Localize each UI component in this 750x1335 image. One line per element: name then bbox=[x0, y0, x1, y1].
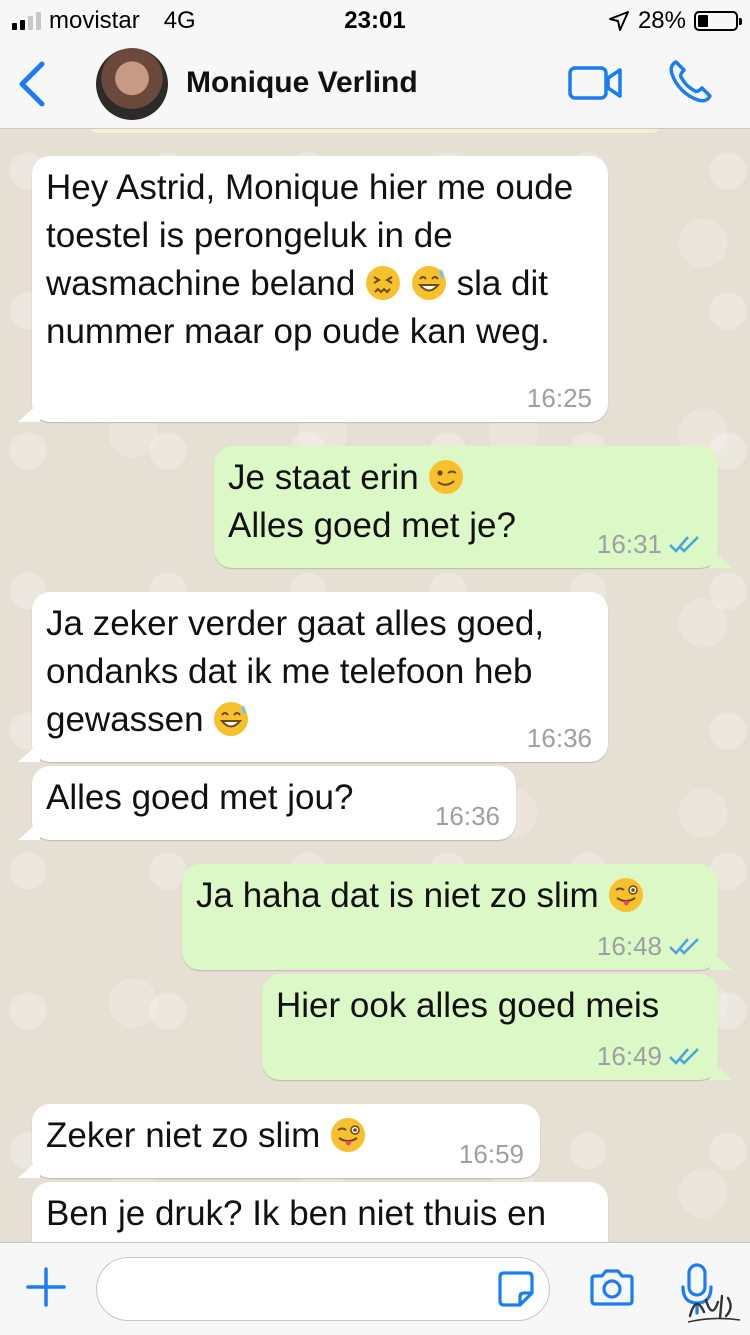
message-meta: 16:49 bbox=[597, 1042, 702, 1070]
confounded-face-emoji-icon bbox=[366, 266, 401, 300]
message-text: Zeker niet zo slim bbox=[46, 1112, 526, 1160]
sweat-smile-emoji-icon bbox=[214, 702, 249, 736]
message-time: 16:49 bbox=[596, 1041, 662, 1071]
message-text: Hey Astrid, Monique hier me oude toestel… bbox=[46, 168, 583, 351]
read-ticks-icon bbox=[669, 536, 699, 553]
message-meta: 16:48 bbox=[597, 932, 702, 960]
message-text: Ja haha dat is niet zo slim bbox=[196, 872, 704, 920]
message-time: 16:48 bbox=[596, 931, 662, 961]
message-bubble-incoming[interactable]: Zeker niet zo slim 16:59 bbox=[18, 1104, 540, 1178]
battery-level-fill bbox=[698, 15, 708, 27]
message-bubble-incoming[interactable]: Ben je druk? Ik ben niet thuis en bbox=[32, 1182, 608, 1242]
message-bubble-incoming[interactable]: Ja zeker verder gaat alles goed, ondanks… bbox=[18, 592, 608, 762]
message-text: Alles goed met jou? bbox=[46, 778, 354, 817]
message-time: 16:25 bbox=[526, 383, 592, 413]
input-bar bbox=[0, 1242, 750, 1335]
battery-icon bbox=[694, 11, 742, 31]
message-time: 16:36 bbox=[526, 723, 592, 753]
message-bubble-outgoing[interactable]: Ja haha dat is niet zo slim 16:48 bbox=[182, 864, 732, 970]
sweat-smile-emoji-icon bbox=[411, 266, 446, 300]
message-time: 16:59 bbox=[458, 1139, 524, 1169]
previous-message-edge bbox=[90, 129, 660, 133]
message-bubble-incoming[interactable]: Alles goed met jou? 16:36 bbox=[18, 766, 516, 840]
message-meta: 16:31 bbox=[597, 530, 702, 558]
winking-tongue-face-emoji-icon bbox=[330, 1118, 365, 1152]
avatar[interactable] bbox=[96, 48, 168, 120]
back-chevron-icon[interactable] bbox=[14, 60, 50, 108]
battery-percent: 28% bbox=[637, 7, 686, 34]
message-time: 16:36 bbox=[434, 801, 500, 831]
read-ticks-icon bbox=[669, 938, 699, 955]
message-bubble-outgoing[interactable]: Je staat erin Alles goed met je? 16:31 bbox=[214, 446, 732, 568]
phone-call-icon[interactable] bbox=[666, 58, 714, 106]
winking-tongue-face-emoji-icon bbox=[609, 878, 644, 912]
video-call-icon[interactable] bbox=[568, 64, 622, 102]
message-meta: 16:59 bbox=[459, 1140, 524, 1168]
message-bubble-outgoing[interactable]: Hier ook alles goed meis 16:49 bbox=[262, 974, 732, 1080]
status-bar: movistar 4G 23:01 28% bbox=[0, 0, 750, 40]
location-arrow-icon bbox=[608, 11, 629, 31]
message-input[interactable] bbox=[96, 1257, 550, 1321]
plus-icon[interactable] bbox=[26, 1267, 66, 1307]
contact-name[interactable]: Monique Verlind bbox=[186, 66, 418, 100]
message-meta: 16:25 bbox=[527, 384, 592, 412]
sticker-icon[interactable] bbox=[496, 1269, 536, 1309]
message-meta: 16:36 bbox=[435, 802, 500, 830]
message-text: Hier ook alles goed meis bbox=[276, 986, 660, 1025]
status-right: 28% bbox=[608, 7, 742, 35]
wink-face-emoji-icon bbox=[429, 460, 464, 494]
camera-icon[interactable] bbox=[588, 1267, 636, 1307]
read-ticks-icon bbox=[669, 1048, 699, 1065]
message-text: Ja zeker verder gaat alles goed, ondanks… bbox=[46, 604, 554, 739]
message-time: 16:31 bbox=[596, 529, 662, 559]
message-meta: 16:36 bbox=[527, 724, 592, 752]
chat-header: Monique Verlind bbox=[0, 40, 750, 129]
message-bubble-incoming[interactable]: Hey Astrid, Monique hier me oude toestel… bbox=[18, 156, 608, 422]
chat-area[interactable]: Hey Astrid, Monique hier me oude toestel… bbox=[0, 129, 750, 1242]
watermark-logo bbox=[687, 1294, 741, 1323]
message-text: Ben je druk? Ik ben niet thuis en bbox=[46, 1194, 547, 1233]
